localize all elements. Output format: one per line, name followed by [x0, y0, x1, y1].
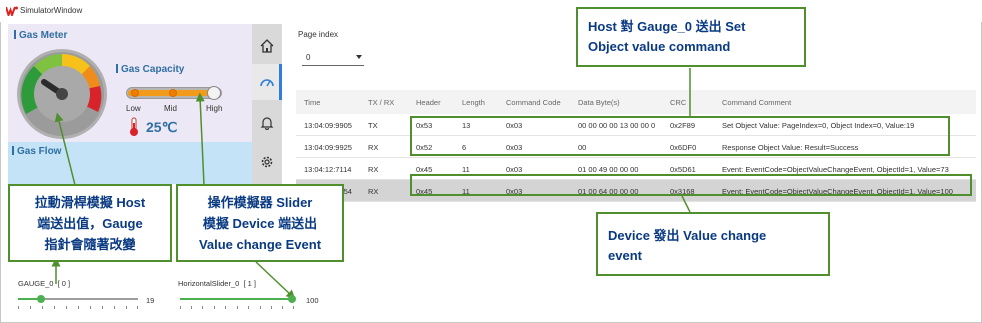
slider-control-ticks: [180, 306, 294, 309]
gauge-control-label: GAUGE_0 [ 0 ]: [18, 279, 71, 288]
slider-value-slider[interactable]: [180, 294, 296, 304]
arrow-to-gauge: [54, 112, 76, 186]
arrow-to-slider: [195, 92, 205, 186]
gauge-slider-rest: [41, 298, 138, 300]
slider-control-filled: [180, 298, 294, 300]
gauge-value-slider[interactable]: [18, 294, 138, 304]
gauge-control-value: 19: [146, 296, 155, 305]
callout-device-event: Device 發出 Value change event: [596, 212, 830, 276]
arrow-to-slider-control: [255, 261, 296, 300]
slider-control-value: 100: [306, 296, 319, 305]
slider-control-label: HorizontalSlider_0 [ 1 ]: [178, 279, 256, 288]
callout-host-set: Host 對 Gauge_0 送出 Set Object value comma…: [576, 7, 806, 67]
callout-operate-slider: 操作模擬器 Slider 模擬 Device 端送出 Value change …: [176, 184, 344, 262]
callout-drag-slider: 拉動滑桿模擬 Host 端送出值，Gauge 指針會隨著改變: [8, 184, 172, 262]
slider-control-handle[interactable]: [288, 295, 296, 303]
gauge-slider-handle[interactable]: [37, 295, 45, 303]
gauge-slider-ticks: [18, 306, 138, 309]
connector-device-event: [681, 195, 691, 213]
annotation-connectors: [51, 68, 691, 300]
